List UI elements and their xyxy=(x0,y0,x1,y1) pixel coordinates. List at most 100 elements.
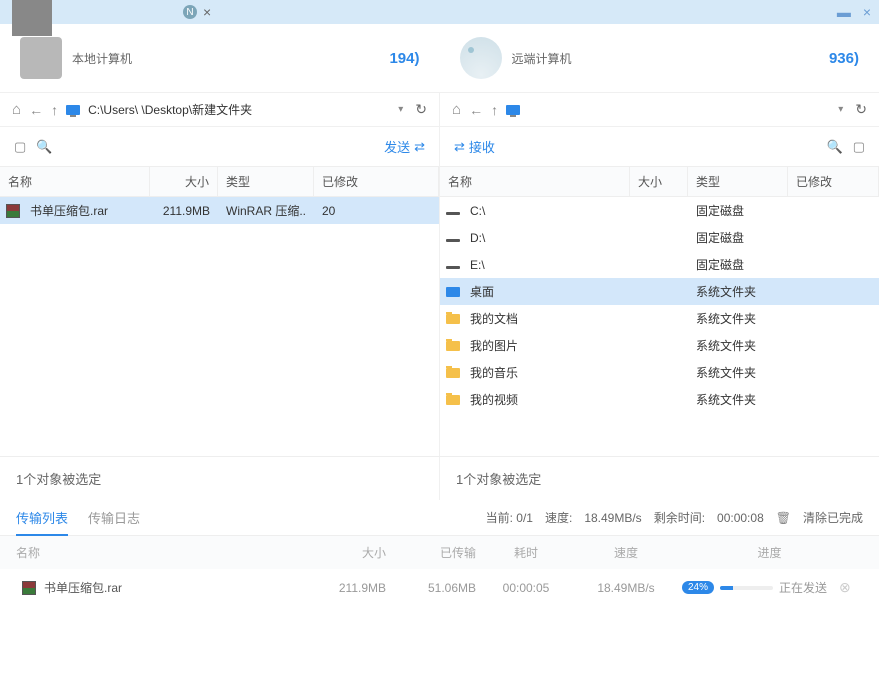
file-row[interactable]: 我的音乐系统文件夹 xyxy=(440,359,879,386)
computers-header: 本地计算机 194) 远端计算机 936) xyxy=(0,24,879,92)
cell: E:\ xyxy=(462,256,630,274)
send-label: 发送 xyxy=(384,137,410,156)
new-folder-icon[interactable]: ▢ xyxy=(853,139,865,155)
tr-size: 211.9MB xyxy=(276,581,386,595)
path-dropdown-icon[interactable]: ▾ xyxy=(398,104,403,115)
local-pathbar: ⌂ ← ↑ C:\Users\ \Desktop\新建文件夹 ▾ ↻ xyxy=(0,93,439,126)
cell: WinRAR 压缩.. xyxy=(218,200,314,221)
cell: 固定磁盘 xyxy=(688,227,788,248)
th-done: 已传输 xyxy=(386,544,476,561)
cell: 我的音乐 xyxy=(462,362,630,383)
remote-actionbar: ⇄ 接收 🔍 ▢ xyxy=(439,127,879,166)
arrow-right-icon: ⇄ xyxy=(414,139,425,155)
search-icon[interactable]: 🔍 xyxy=(827,139,843,155)
transfer-tabs: 传输列表 传输日志 当前: 0/1 速度: 18.49MB/s 剩余时间: 00… xyxy=(0,500,879,536)
cell: 我的图片 xyxy=(462,335,630,356)
back-icon[interactable]: ← xyxy=(469,102,483,118)
col-name[interactable]: 名称 xyxy=(440,167,630,196)
send-button[interactable]: 发送 ⇄ xyxy=(384,137,425,156)
file-row[interactable]: 桌面 系统文件夹 xyxy=(440,278,879,305)
file-row[interactable]: 书单压缩包.rar211.9MBWinRAR 压缩..20 xyxy=(0,197,439,224)
cell xyxy=(788,371,879,375)
file-row[interactable]: 我的视频系统文件夹 xyxy=(440,386,879,413)
back-icon[interactable]: ← xyxy=(29,102,43,118)
clear-done-button[interactable]: 清除已完成 xyxy=(803,509,863,526)
new-folder-icon[interactable]: ▢ xyxy=(14,139,26,155)
path-dropdown-icon[interactable]: ▾ xyxy=(838,104,843,115)
local-file-pane: 名称 大小 类型 已修改 书单压缩包.rar211.9MBWinRAR 压缩..… xyxy=(0,166,439,456)
col-modified[interactable]: 已修改 xyxy=(788,167,879,196)
up-icon[interactable]: ↑ xyxy=(51,102,58,118)
transfer-list: 书单压缩包.rar211.9MB51.06MB00:00:0518.49MB/s… xyxy=(0,569,879,606)
local-label: 本地计算机 xyxy=(72,50,132,67)
remote-pathbar: ⌂ ← ↑ ▾ ↻ xyxy=(439,93,879,126)
local-status: 1个对象被选定 xyxy=(0,457,439,500)
refresh-icon[interactable]: ↻ xyxy=(855,101,867,118)
remote-file-list[interactable]: C:\固定磁盘D:\固定磁盘E:\固定磁盘桌面系统文件夹我的文档系统文件夹我的图… xyxy=(440,197,879,456)
cell: 系统文件夹 xyxy=(688,308,788,329)
local-file-header: 名称 大小 类型 已修改 xyxy=(0,166,439,197)
refresh-icon[interactable]: ↻ xyxy=(415,101,427,118)
home-icon[interactable]: ⌂ xyxy=(452,101,461,118)
receive-label: 接收 xyxy=(469,137,495,156)
th-name: 名称 xyxy=(16,544,276,561)
remote-label: 远端计算机 xyxy=(512,50,572,67)
tr-done: 51.06MB xyxy=(386,581,476,595)
close-button[interactable]: × xyxy=(863,4,871,20)
tr-speed: 18.49MB/s xyxy=(576,581,676,595)
minimize-button[interactable]: ▬ xyxy=(837,4,851,20)
tab-transfer-list[interactable]: 传输列表 xyxy=(16,508,68,527)
th-time: 耗时 xyxy=(476,544,576,561)
tab-transfer-log[interactable]: 传输日志 xyxy=(88,508,140,527)
remain-label: 剩余时间: xyxy=(654,509,705,526)
cell xyxy=(788,317,879,321)
notification-badge[interactable]: N xyxy=(183,5,197,19)
col-type[interactable]: 类型 xyxy=(218,167,314,196)
cell: 系统文件夹 xyxy=(688,335,788,356)
col-size[interactable]: 大小 xyxy=(630,167,688,196)
col-name[interactable]: 名称 xyxy=(0,167,150,196)
speed-value: 18.49MB/s xyxy=(584,511,641,525)
col-type[interactable]: 类型 xyxy=(688,167,788,196)
file-row[interactable]: E:\固定磁盘 xyxy=(440,251,879,278)
up-icon[interactable]: ↑ xyxy=(491,102,498,118)
file-row[interactable]: D:\固定磁盘 xyxy=(440,224,879,251)
cell: 系统文件夹 xyxy=(688,281,788,302)
monitor-icon xyxy=(66,105,80,115)
file-row[interactable]: 我的图片 系统文件夹 xyxy=(440,332,879,359)
remote-id: 936) xyxy=(829,50,859,67)
remote-status: 1个对象被选定 xyxy=(439,457,879,500)
cell xyxy=(630,344,688,348)
folder-icon xyxy=(446,314,460,324)
cell xyxy=(630,371,688,375)
tr-time: 00:00:05 xyxy=(476,581,576,595)
cell: 书单压缩包.rar xyxy=(22,200,150,221)
speed-label: 速度: xyxy=(545,509,572,526)
local-avatar xyxy=(20,37,62,79)
file-row[interactable]: C:\固定磁盘 xyxy=(440,197,879,224)
col-size[interactable]: 大小 xyxy=(150,167,218,196)
cell: 桌面 xyxy=(462,281,630,302)
arrow-left-icon: ⇄ xyxy=(454,139,465,155)
home-icon[interactable]: ⌂ xyxy=(12,101,21,118)
local-path[interactable]: C:\Users\ \Desktop\新建文件夹 xyxy=(88,101,390,118)
receive-button[interactable]: ⇄ 接收 xyxy=(454,137,495,156)
transfer-row[interactable]: 书单压缩包.rar211.9MB51.06MB00:00:0518.49MB/s… xyxy=(0,569,879,606)
search-icon[interactable]: 🔍 xyxy=(36,139,52,155)
cancel-icon[interactable]: ⊗ xyxy=(839,579,863,596)
local-file-list[interactable]: 书单压缩包.rar211.9MBWinRAR 压缩..20 xyxy=(0,197,439,456)
progress-badge: 24% xyxy=(682,581,714,594)
cell xyxy=(630,317,688,321)
tab-close-icon[interactable]: × xyxy=(203,4,211,20)
local-id: 194) xyxy=(389,50,419,67)
cell xyxy=(788,209,879,213)
trash-icon[interactable]: 🗑 xyxy=(776,511,791,525)
monitor-icon xyxy=(506,105,520,115)
cell xyxy=(630,209,688,213)
cell: 211.9MB xyxy=(150,202,218,220)
col-modified[interactable]: 已修改 xyxy=(314,167,439,196)
cell xyxy=(630,398,688,402)
rar-icon xyxy=(22,581,36,595)
file-row[interactable]: 我的文档系统文件夹 xyxy=(440,305,879,332)
progress-cell: 24% xyxy=(676,581,779,594)
